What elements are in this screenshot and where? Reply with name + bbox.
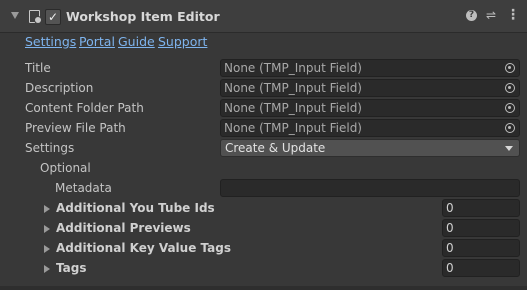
object-picker-icon[interactable] — [505, 103, 515, 113]
chevron-down-icon — [505, 146, 513, 151]
script-icon — [29, 10, 41, 23]
additional-previews-count[interactable]: 0 — [442, 219, 520, 237]
object-picker-icon[interactable] — [505, 123, 515, 133]
preview-file-path-field[interactable]: None (TMP_Input Field) — [220, 119, 520, 137]
component-header[interactable]: ✓ Workshop Item Editor ? ⇌ ⋮ — [0, 0, 527, 33]
tags-count-value: 0 — [446, 261, 454, 275]
preset-icon[interactable]: ⇌ — [486, 8, 496, 22]
preview-file-path-label: Preview File Path — [25, 121, 126, 135]
metadata-field[interactable] — [220, 179, 520, 197]
content-folder-path-field[interactable]: None (TMP_Input Field) — [220, 99, 520, 117]
additional-youtube-ids-count-value: 0 — [446, 201, 454, 215]
additional-key-value-tags-count[interactable]: 0 — [442, 239, 520, 257]
additional-key-value-tags-count-value: 0 — [446, 241, 454, 255]
settings-dropdown[interactable]: Create & Update — [220, 139, 520, 157]
content-folder-path-value: None (TMP_Input Field) — [224, 101, 362, 115]
foldout-arrow-icon[interactable] — [44, 265, 50, 273]
support-link[interactable]: Support — [158, 34, 207, 49]
additional-youtube-ids-count[interactable]: 0 — [442, 199, 520, 217]
additional-key-value-tags-label[interactable]: Additional Key Value Tags — [56, 241, 231, 255]
foldout-arrow-icon[interactable] — [11, 12, 19, 19]
title-field-value: None (TMP_Input Field) — [224, 61, 362, 75]
additional-youtube-ids-label[interactable]: Additional You Tube Ids — [56, 201, 215, 215]
metadata-label: Metadata — [55, 181, 112, 195]
guide-link[interactable]: Guide — [118, 34, 155, 49]
inspector-divider — [0, 286, 527, 290]
enable-checkbox[interactable]: ✓ — [45, 9, 61, 25]
foldout-arrow-icon[interactable] — [44, 225, 50, 233]
optional-label: Optional — [40, 161, 91, 175]
portal-link[interactable]: Portal — [79, 34, 115, 49]
description-field-value: None (TMP_Input Field) — [224, 81, 362, 95]
object-picker-icon[interactable] — [505, 63, 515, 73]
settings-dropdown-value: Create & Update — [225, 141, 326, 155]
settings-label: Settings — [25, 141, 75, 155]
tags-label[interactable]: Tags — [56, 261, 86, 275]
title-field[interactable]: None (TMP_Input Field) — [220, 59, 520, 77]
foldout-arrow-icon[interactable] — [44, 205, 50, 213]
object-picker-icon[interactable] — [505, 83, 515, 93]
settings-link[interactable]: Settings — [25, 34, 76, 49]
preview-file-path-value: None (TMP_Input Field) — [224, 121, 362, 135]
foldout-arrow-icon[interactable] — [44, 245, 50, 253]
additional-previews-count-value: 0 — [446, 221, 454, 235]
component-title: Workshop Item Editor — [66, 9, 220, 24]
help-icon[interactable]: ? — [466, 10, 477, 21]
additional-previews-label[interactable]: Additional Previews — [56, 221, 191, 235]
description-field[interactable]: None (TMP_Input Field) — [220, 79, 520, 97]
context-menu-icon[interactable]: ⋮ — [506, 7, 520, 23]
title-label: Title — [25, 61, 51, 75]
description-label: Description — [25, 81, 94, 95]
tags-count[interactable]: 0 — [442, 259, 520, 277]
content-folder-path-label: Content Folder Path — [25, 101, 144, 115]
